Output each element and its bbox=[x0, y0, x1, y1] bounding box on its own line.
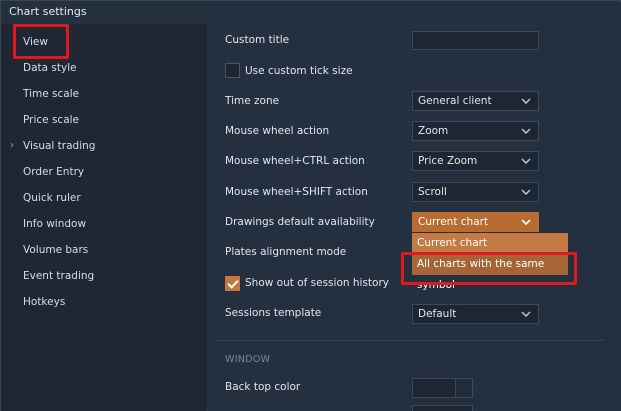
sidebar-item-label: Event trading bbox=[23, 270, 95, 282]
mouse-wheel-value: Zoom bbox=[418, 125, 449, 137]
drawings-availability-dropdown: Current chart All charts with the same s… bbox=[412, 233, 568, 291]
chevron-down-icon bbox=[521, 219, 531, 226]
sessions-template-select[interactable]: Default bbox=[412, 304, 539, 324]
sidebar-item-time-scale[interactable]: Time scale bbox=[1, 81, 207, 107]
section-divider bbox=[215, 340, 605, 341]
custom-title-input[interactable] bbox=[412, 31, 539, 50]
chevron-down-icon bbox=[521, 98, 531, 104]
sidebar-item-order-entry[interactable]: Order Entry bbox=[1, 159, 207, 185]
sidebar-item-info-window[interactable]: Info window bbox=[1, 211, 207, 237]
sidebar-item-volume-bars[interactable]: Volume bars bbox=[1, 237, 207, 263]
sessions-template-value: Default bbox=[418, 308, 457, 320]
time-zone-label: Time zone bbox=[225, 95, 280, 107]
chevron-down-icon bbox=[521, 189, 531, 195]
sidebar-item-data-style[interactable]: Data style bbox=[1, 55, 207, 81]
chevron-down-icon bbox=[521, 158, 531, 164]
custom-tick-size-label: Use custom tick size bbox=[245, 65, 353, 77]
sessions-template-label: Sessions template bbox=[225, 307, 322, 319]
sidebar-item-label: Time scale bbox=[23, 88, 80, 100]
mouse-wheel-shift-label: Mouse wheel+SHIFT action bbox=[225, 186, 368, 198]
back-top-color-picker[interactable] bbox=[412, 378, 473, 398]
time-zone-value: General client bbox=[418, 95, 492, 107]
chevron-right-icon: › bbox=[10, 140, 14, 151]
chevron-down-icon bbox=[521, 311, 531, 317]
sidebar-item-label: Visual trading bbox=[23, 140, 96, 152]
sidebar-item-hotkeys[interactable]: Hotkeys bbox=[1, 289, 207, 315]
mouse-wheel-shift-select[interactable]: Scroll bbox=[412, 182, 539, 202]
sidebar-item-label: Quick ruler bbox=[23, 192, 81, 204]
sidebar-item-label: Data style bbox=[23, 62, 77, 74]
sidebar-item-price-scale[interactable]: Price scale bbox=[1, 107, 207, 133]
drawings-availability-label: Drawings default availability bbox=[225, 216, 375, 228]
dropdown-option-current-chart[interactable]: Current chart bbox=[412, 233, 568, 254]
drawings-availability-value: Current chart bbox=[418, 216, 489, 228]
drawings-availability-select[interactable]: Current chart bbox=[412, 212, 539, 232]
sidebar-item-event-trading[interactable]: Event trading bbox=[1, 263, 207, 289]
color-picker-button bbox=[455, 379, 472, 397]
mouse-wheel-label: Mouse wheel action bbox=[225, 125, 330, 137]
mouse-wheel-shift-value: Scroll bbox=[418, 186, 447, 198]
sidebar-item-label: Volume bars bbox=[23, 244, 89, 256]
dialog-title: Chart settings bbox=[9, 5, 87, 18]
mouse-wheel-ctrl-select[interactable]: Price Zoom bbox=[412, 151, 539, 171]
sidebar-item-quick-ruler[interactable]: Quick ruler bbox=[1, 185, 207, 211]
settings-sidebar: View Data style Time scale Price scale ›… bbox=[1, 24, 207, 411]
custom-title-label: Custom title bbox=[225, 34, 290, 46]
out-of-session-checkbox[interactable] bbox=[225, 276, 240, 291]
sidebar-item-label: Order Entry bbox=[23, 166, 85, 178]
back-top-color-label: Back top color bbox=[225, 381, 301, 393]
mouse-wheel-ctrl-label: Mouse wheel+CTRL action bbox=[225, 155, 365, 167]
plates-alignment-label: Plates alignment mode bbox=[225, 246, 347, 258]
custom-tick-size-checkbox[interactable] bbox=[225, 63, 240, 78]
out-of-session-label: Show out of session history bbox=[245, 277, 389, 289]
next-color-picker[interactable] bbox=[412, 405, 473, 411]
sidebar-item-label: Info window bbox=[23, 218, 87, 230]
sidebar-item-view[interactable]: View bbox=[1, 29, 207, 55]
mouse-wheel-select[interactable]: Zoom bbox=[412, 121, 539, 141]
sidebar-item-label: Price scale bbox=[23, 114, 80, 126]
window-section-title: WINDOW bbox=[225, 354, 271, 365]
mouse-wheel-ctrl-value: Price Zoom bbox=[418, 155, 478, 167]
sidebar-item-label: View bbox=[23, 36, 48, 48]
chevron-down-icon bbox=[521, 128, 531, 134]
sidebar-item-label: Hotkeys bbox=[23, 296, 66, 308]
dropdown-option-all-charts-same-symbol[interactable]: All charts with the same symbol bbox=[412, 254, 568, 291]
sidebar-item-visual-trading[interactable]: › Visual trading bbox=[1, 133, 207, 159]
time-zone-select[interactable]: General client bbox=[412, 91, 539, 111]
